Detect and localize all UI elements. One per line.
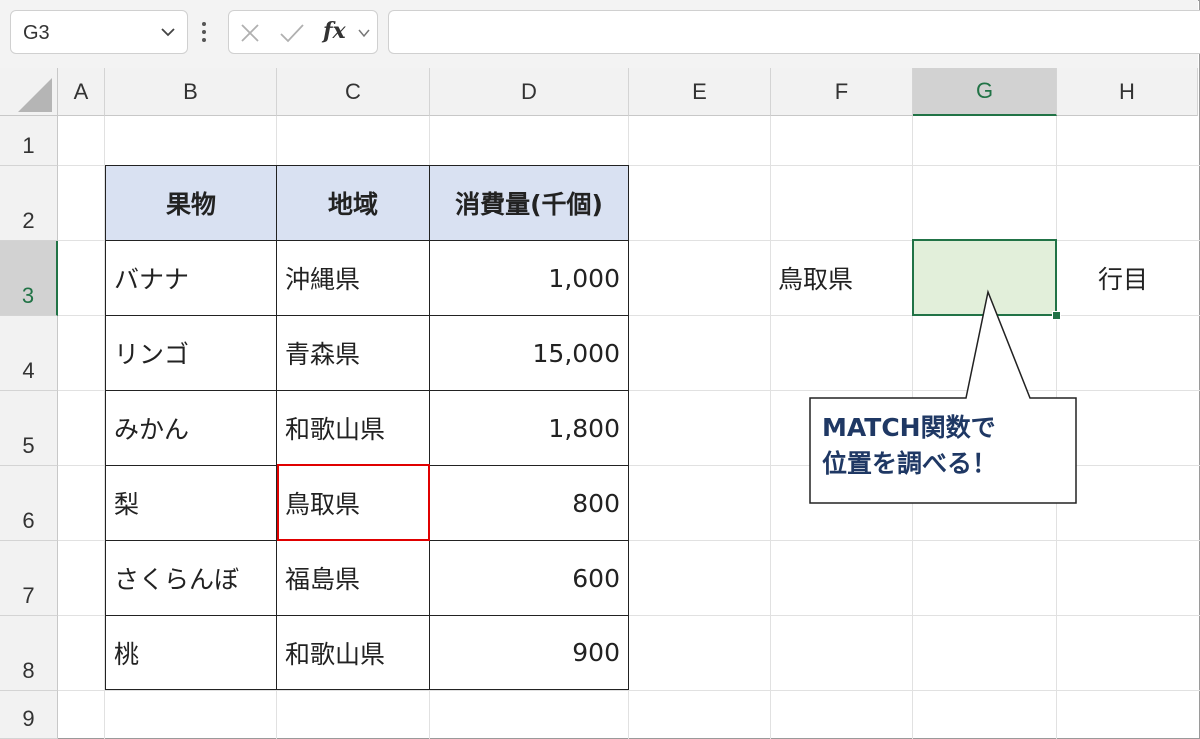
callout-line-1: MATCH関数で xyxy=(822,413,996,442)
callout-bubble xyxy=(809,289,1077,504)
callout-line-2: 位置を調べる！ xyxy=(822,449,998,478)
callout-text: MATCH関数で 位置を調べる！ xyxy=(822,410,1072,482)
